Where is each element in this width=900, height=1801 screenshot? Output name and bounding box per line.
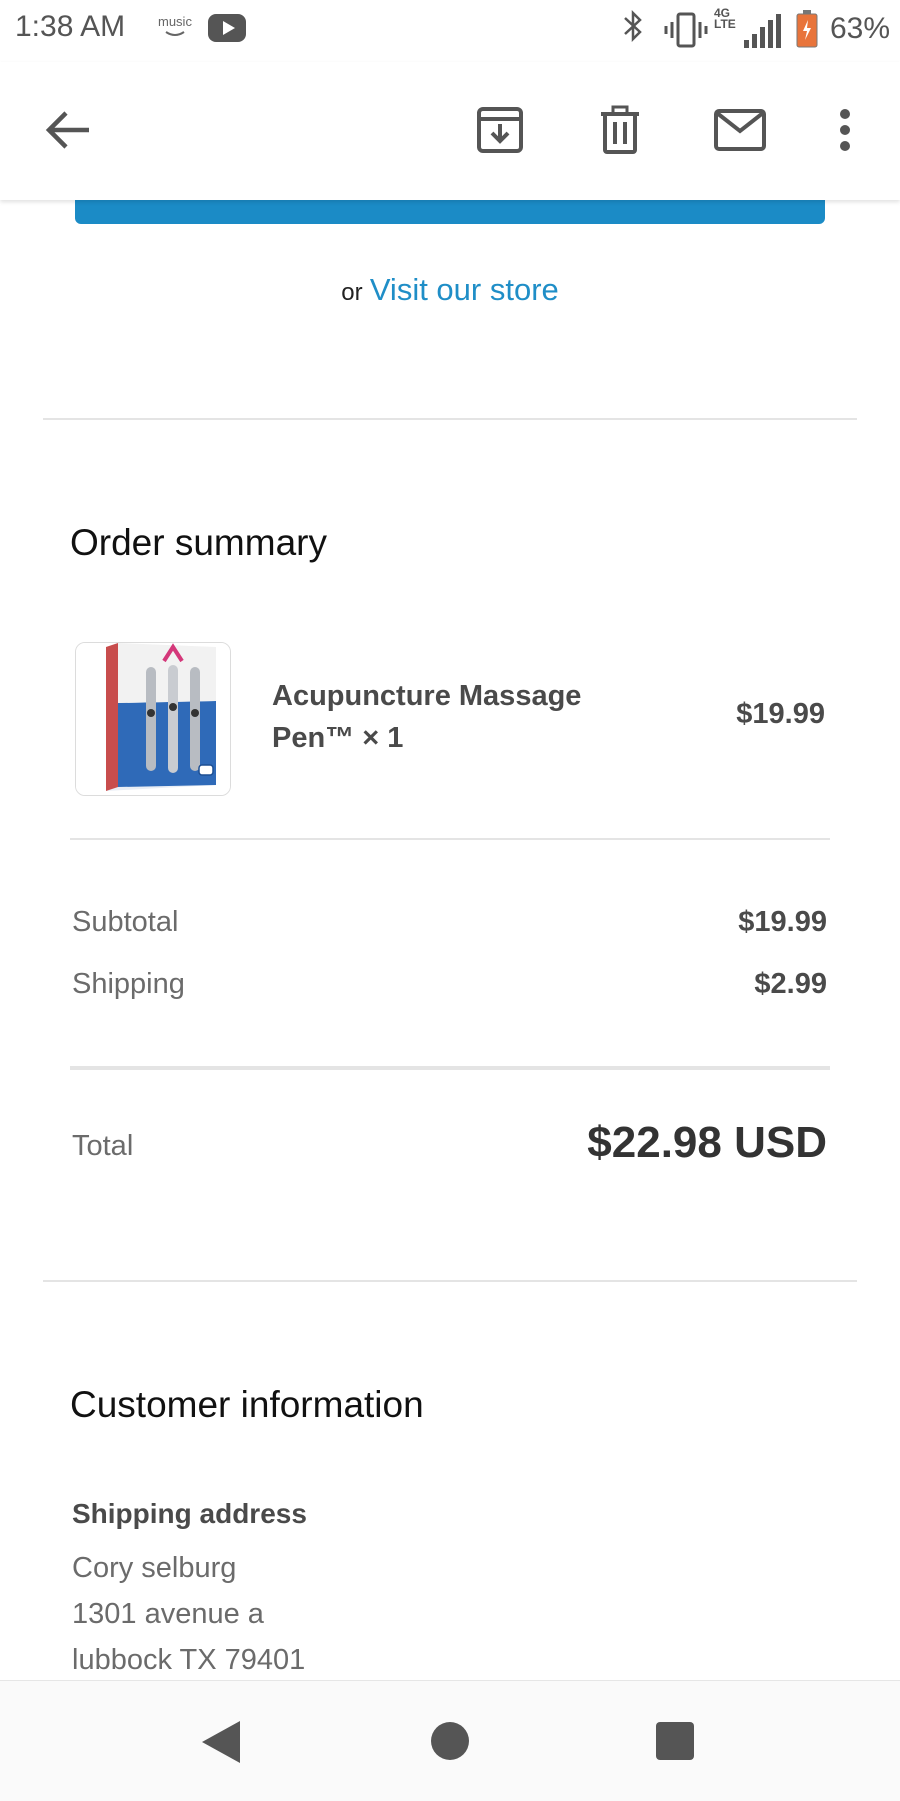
vibrate-icon (664, 10, 708, 50)
customer-info-title: Customer information (70, 1384, 424, 1425)
network-sub-label: LTE (714, 17, 736, 31)
visit-store-link[interactable]: Visit our store (370, 272, 559, 307)
battery-percent: 63% (830, 12, 891, 45)
more-options-icon[interactable] (815, 100, 875, 160)
total-label: Total (72, 1130, 134, 1162)
email-body: or Visit our store Order summary Acupunc… (0, 200, 900, 1680)
address-name: Cory selburg (72, 1552, 237, 1584)
email-toolbar (0, 62, 900, 200)
product-price: $19.99 (736, 698, 825, 730)
store-prefix: or (341, 279, 363, 306)
archive-icon[interactable] (470, 100, 530, 160)
product-image[interactable] (75, 642, 231, 796)
network-type: 4G LTE (714, 7, 736, 31)
shipping-value: $2.99 (754, 968, 827, 1000)
subtotal-label: Subtotal (72, 906, 179, 938)
store-line: or Visit our store (0, 272, 900, 308)
nav-recents-icon[interactable] (656, 1722, 694, 1760)
total-value: $22.98 USD (587, 1118, 827, 1167)
system-nav-bar (0, 1680, 900, 1801)
mark-unread-icon[interactable] (710, 100, 770, 160)
nav-back-icon[interactable] (202, 1721, 240, 1763)
totals-divider (70, 1066, 830, 1070)
address-line1: 1301 avenue a (72, 1598, 264, 1630)
bluetooth-icon (620, 8, 646, 52)
address-line2: lubbock TX 79401 (72, 1644, 306, 1676)
youtube-icon (208, 14, 246, 42)
shipping-address-label: Shipping address (72, 1498, 307, 1529)
signal-icon (742, 12, 782, 50)
view-order-button[interactable] (75, 200, 825, 224)
delete-icon[interactable] (590, 100, 650, 160)
status-time: 1:38 AM (15, 10, 126, 43)
status-bar: 1:38 AM music 4G LTE 63% (0, 0, 900, 62)
section-divider (43, 418, 857, 420)
music-label: music (158, 14, 192, 29)
section-divider (43, 1280, 857, 1282)
nav-home-icon[interactable] (431, 1722, 469, 1760)
amazon-music-icon: music (158, 14, 192, 40)
product-name: Acupuncture Massage Pen™ × 1 (272, 680, 582, 754)
summary-divider (70, 838, 830, 840)
battery-icon (796, 10, 818, 48)
back-arrow-icon[interactable] (38, 100, 98, 160)
shipping-label: Shipping (72, 968, 185, 1000)
subtotal-value: $19.99 (738, 906, 827, 938)
order-summary-title: Order summary (70, 522, 327, 563)
